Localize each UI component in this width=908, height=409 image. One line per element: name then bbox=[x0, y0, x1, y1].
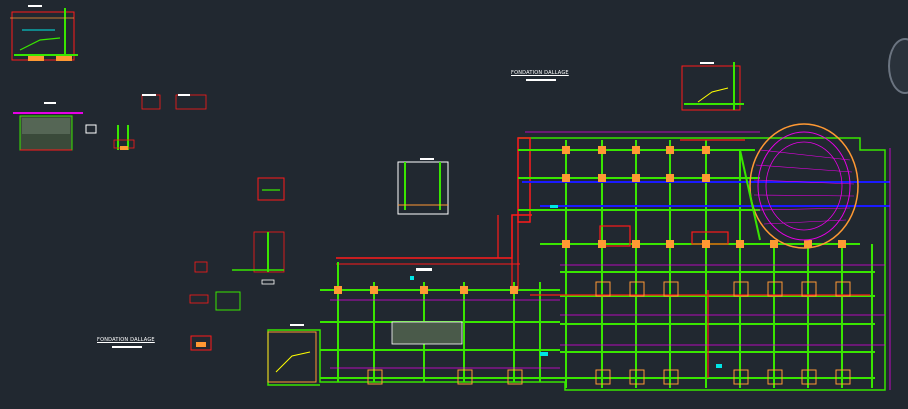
detail-section-footing-left bbox=[13, 102, 97, 151]
title-fondation-dallage-bottom: FONDATION DALLAGE bbox=[97, 337, 155, 343]
cad-drawing-canvas[interactable] bbox=[0, 0, 908, 409]
foundation-plan-main bbox=[267, 123, 891, 391]
detail-section-top-right bbox=[681, 62, 744, 111]
detail-section-column-left bbox=[113, 94, 207, 150]
title-fondation-dallage-top: FONDATION DALLAGE bbox=[511, 70, 569, 76]
detail-section-top-left bbox=[10, 5, 78, 61]
